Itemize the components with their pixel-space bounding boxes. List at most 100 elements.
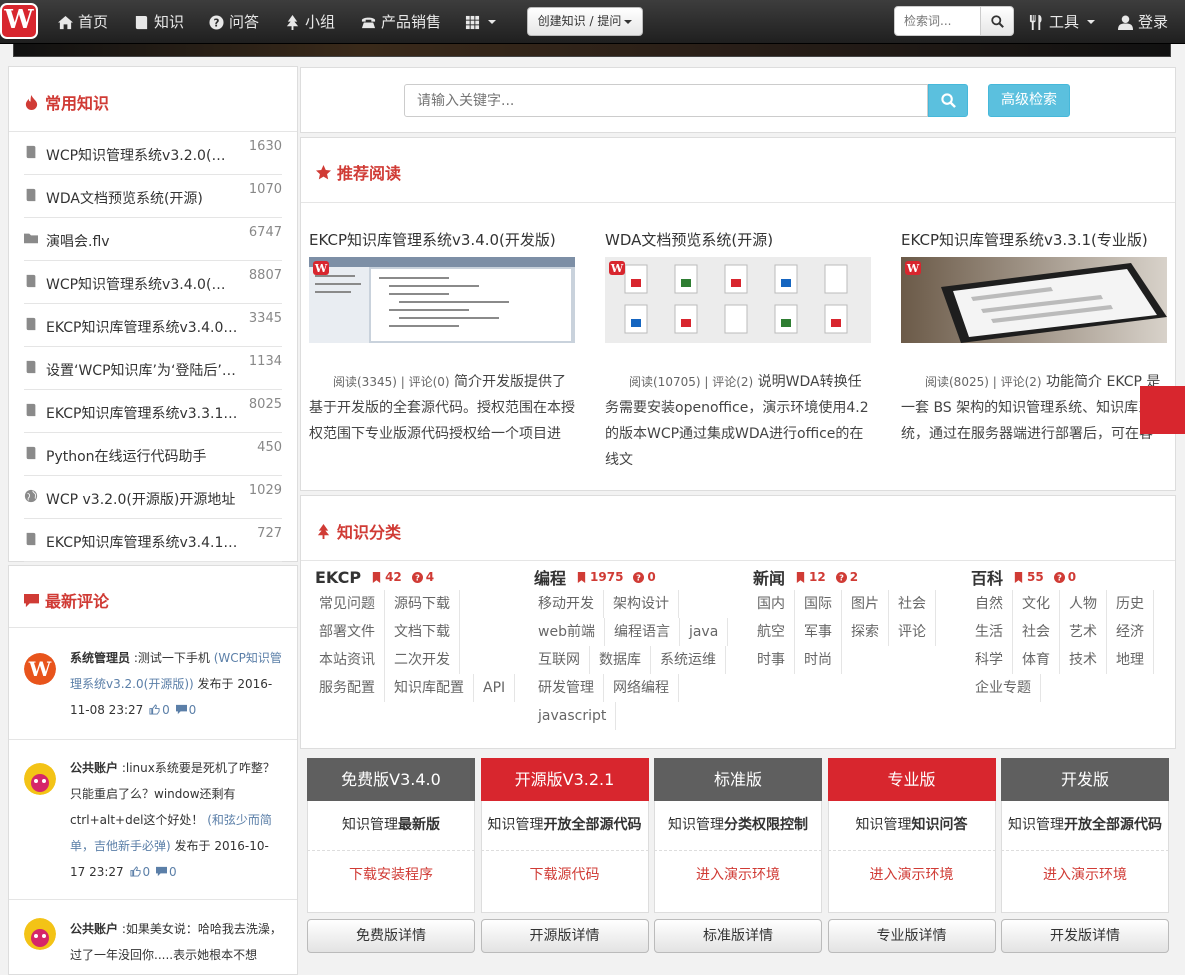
category-tag[interactable]: 航空 bbox=[753, 618, 795, 646]
recommended-card-title[interactable]: EKCP知识库管理系统v3.4.0(开发版) bbox=[309, 229, 575, 250]
hot-knowledge-item-title[interactable]: EKCP知识库管理系统v3.4.1(专业版) bbox=[46, 532, 238, 552]
recommended-card-title[interactable]: EKCP知识库管理系统v3.3.1(专业版) bbox=[901, 229, 1167, 250]
hot-knowledge-item-title[interactable]: WCP v3.2.0(开源版)开源地址 bbox=[46, 489, 238, 509]
tools-menu[interactable]: 工具 bbox=[1029, 0, 1096, 44]
reply-button[interactable]: 0 bbox=[174, 703, 196, 717]
category-tag[interactable]: 技术 bbox=[1065, 646, 1107, 674]
category-tag[interactable]: 评论 bbox=[894, 618, 936, 646]
category-tag[interactable]: 源码下载 bbox=[390, 590, 460, 618]
edition-detail-button[interactable]: 专业版详情 bbox=[827, 919, 996, 953]
category-tag[interactable]: 部署文件 bbox=[315, 618, 385, 646]
avatar[interactable] bbox=[24, 763, 56, 795]
recommended-thumbnail[interactable]: W bbox=[605, 257, 871, 343]
category-tag[interactable]: 文化 bbox=[1018, 590, 1060, 618]
edition-action-link[interactable]: 进入演示环境 bbox=[870, 867, 954, 883]
hot-knowledge-item[interactable]: WCP v3.2.0(开源版)开源地址 1029 bbox=[24, 476, 282, 519]
category-tag[interactable]: 网络编程 bbox=[609, 674, 679, 702]
recommended-thumbnail[interactable]: W bbox=[901, 257, 1167, 343]
edition-detail-button[interactable]: 开发版详情 bbox=[1001, 919, 1169, 953]
reply-button[interactable]: 0 bbox=[154, 865, 177, 879]
category-tag[interactable]: 社会 bbox=[1018, 618, 1060, 646]
category-tag[interactable]: 国内 bbox=[753, 590, 795, 618]
edition-detail-button[interactable]: 免费版详情 bbox=[307, 919, 475, 953]
hot-knowledge-item[interactable]: WDA文档预览系统(开源) 1070 bbox=[24, 175, 282, 218]
advanced-search-button[interactable]: 高级检索 bbox=[988, 84, 1070, 117]
nav-search-input[interactable] bbox=[894, 6, 981, 36]
category-tag[interactable]: java bbox=[685, 618, 729, 646]
category-tag[interactable]: 本站资讯 bbox=[315, 646, 385, 674]
category-tag[interactable]: web前端 bbox=[534, 618, 605, 646]
avatar[interactable]: W bbox=[24, 653, 56, 685]
hot-knowledge-item[interactable]: WCP知识管理系统v3.2.0(开源版) 1630 bbox=[24, 132, 282, 175]
category-tag[interactable]: 编程语言 bbox=[610, 618, 680, 646]
side-float-button[interactable] bbox=[1140, 386, 1185, 434]
site-logo[interactable]: W bbox=[0, 3, 38, 39]
category-tag[interactable]: 服务配置 bbox=[315, 674, 385, 702]
hot-knowledge-item-title[interactable]: Python在线运行代码助手 bbox=[46, 446, 238, 466]
category-tag[interactable]: 图片 bbox=[847, 590, 889, 618]
recommended-card-title[interactable]: WDA文档预览系统(开源) bbox=[605, 229, 871, 250]
category-tag[interactable]: 二次开发 bbox=[390, 646, 460, 674]
apps-menu[interactable] bbox=[465, 0, 496, 44]
edition-detail-button[interactable]: 标准版详情 bbox=[654, 919, 822, 953]
category-tag[interactable]: 时尚 bbox=[800, 646, 842, 674]
category-tag[interactable]: API bbox=[479, 674, 516, 702]
comment-user[interactable]: 公共账户 bbox=[70, 761, 118, 775]
like-button[interactable]: 0 bbox=[147, 703, 170, 717]
like-button[interactable]: 0 bbox=[128, 865, 150, 879]
category-tag[interactable]: 人物 bbox=[1065, 590, 1107, 618]
category-tag[interactable]: 移动开发 bbox=[534, 590, 604, 618]
comment-user[interactable]: 公共账户 bbox=[70, 922, 118, 936]
edition-action-link[interactable]: 进入演示环境 bbox=[1043, 867, 1127, 883]
category-name[interactable]: 编程 bbox=[534, 565, 566, 589]
nav-search-button[interactable] bbox=[980, 6, 1014, 36]
category-tag[interactable]: 历史 bbox=[1112, 590, 1154, 618]
hot-knowledge-item-title[interactable]: WCP知识管理系统v3.4.0(免费版) bbox=[46, 274, 238, 294]
category-tag[interactable]: javascript bbox=[534, 702, 617, 730]
category-tag[interactable]: 地理 bbox=[1112, 646, 1154, 674]
category-tag[interactable]: 国际 bbox=[800, 590, 842, 618]
keyword-search-button[interactable] bbox=[928, 84, 968, 117]
category-tag[interactable]: 自然 bbox=[971, 590, 1013, 618]
category-tag[interactable]: 常见问题 bbox=[315, 590, 385, 618]
create-knowledge-button[interactable]: 创建知识 / 提问 bbox=[527, 7, 643, 36]
category-tag[interactable]: 生活 bbox=[971, 618, 1013, 646]
category-tag[interactable]: 探索 bbox=[847, 618, 889, 646]
category-tag[interactable]: 互联网 bbox=[534, 646, 590, 674]
hot-knowledge-item-title[interactable]: EKCP知识库管理系统v3.4.0(开发版) bbox=[46, 317, 238, 337]
recommended-card[interactable]: EKCP知识库管理系统v3.3.1(专业版) W 阅读(8025) | 评论(2… bbox=[901, 229, 1167, 442]
keyword-search-input[interactable] bbox=[404, 84, 928, 117]
category-name[interactable]: 百科 bbox=[971, 565, 1003, 589]
category-tag[interactable]: 架构设计 bbox=[609, 590, 679, 618]
category-tag[interactable]: 科学 bbox=[971, 646, 1013, 674]
category-name[interactable]: 新闻 bbox=[753, 565, 785, 589]
category-tag[interactable]: 系统运维 bbox=[656, 646, 726, 674]
nav-sales[interactable]: 产品销售 bbox=[361, 0, 441, 44]
category-tag[interactable]: 企业专题 bbox=[971, 674, 1041, 702]
category-tag[interactable]: 军事 bbox=[800, 618, 842, 646]
category-tag[interactable]: 研发管理 bbox=[534, 674, 604, 702]
recommended-card[interactable]: EKCP知识库管理系统v3.4.0(开发版) W 阅读(3345) | 评论(0… bbox=[309, 229, 575, 442]
category-tag[interactable]: 知识库配置 bbox=[390, 674, 474, 702]
nav-knowledge[interactable]: 知识 bbox=[134, 0, 184, 44]
nav-qa[interactable]: ? 问答 bbox=[209, 0, 259, 44]
category-tag[interactable]: 文档下载 bbox=[390, 618, 460, 646]
hot-knowledge-item[interactable]: EKCP知识库管理系统v3.4.0(开发版) 3345 bbox=[24, 304, 282, 347]
avatar[interactable] bbox=[24, 918, 56, 950]
hot-knowledge-item-title[interactable]: 演唱会.flv bbox=[46, 231, 238, 251]
edition-detail-button[interactable]: 开源版详情 bbox=[480, 919, 649, 953]
hot-knowledge-item-title[interactable]: WCP知识管理系统v3.2.0(开源版) bbox=[46, 145, 238, 165]
category-name[interactable]: EKCP bbox=[315, 568, 361, 587]
comment-user[interactable]: 系统管理员 bbox=[70, 651, 130, 665]
category-tag[interactable]: 经济 bbox=[1112, 618, 1154, 646]
category-tag[interactable]: 体育 bbox=[1018, 646, 1060, 674]
login-link[interactable]: 登录 bbox=[1118, 0, 1168, 44]
hot-knowledge-item[interactable]: Python在线运行代码助手 450 bbox=[24, 433, 282, 476]
recommended-thumbnail[interactable]: W bbox=[309, 257, 575, 343]
category-tag[interactable]: 数据库 bbox=[595, 646, 651, 674]
hot-knowledge-item[interactable]: EKCP知识库管理系统v3.3.1(专业版) 8025 bbox=[24, 390, 282, 433]
nav-group[interactable]: 小组 bbox=[285, 0, 335, 44]
hot-knowledge-item-title[interactable]: EKCP知识库管理系统v3.3.1(专业版) bbox=[46, 403, 238, 423]
nav-home[interactable]: 首页 bbox=[58, 0, 108, 44]
hot-knowledge-item[interactable]: WCP知识管理系统v3.4.0(免费版) 8807 bbox=[24, 261, 282, 304]
